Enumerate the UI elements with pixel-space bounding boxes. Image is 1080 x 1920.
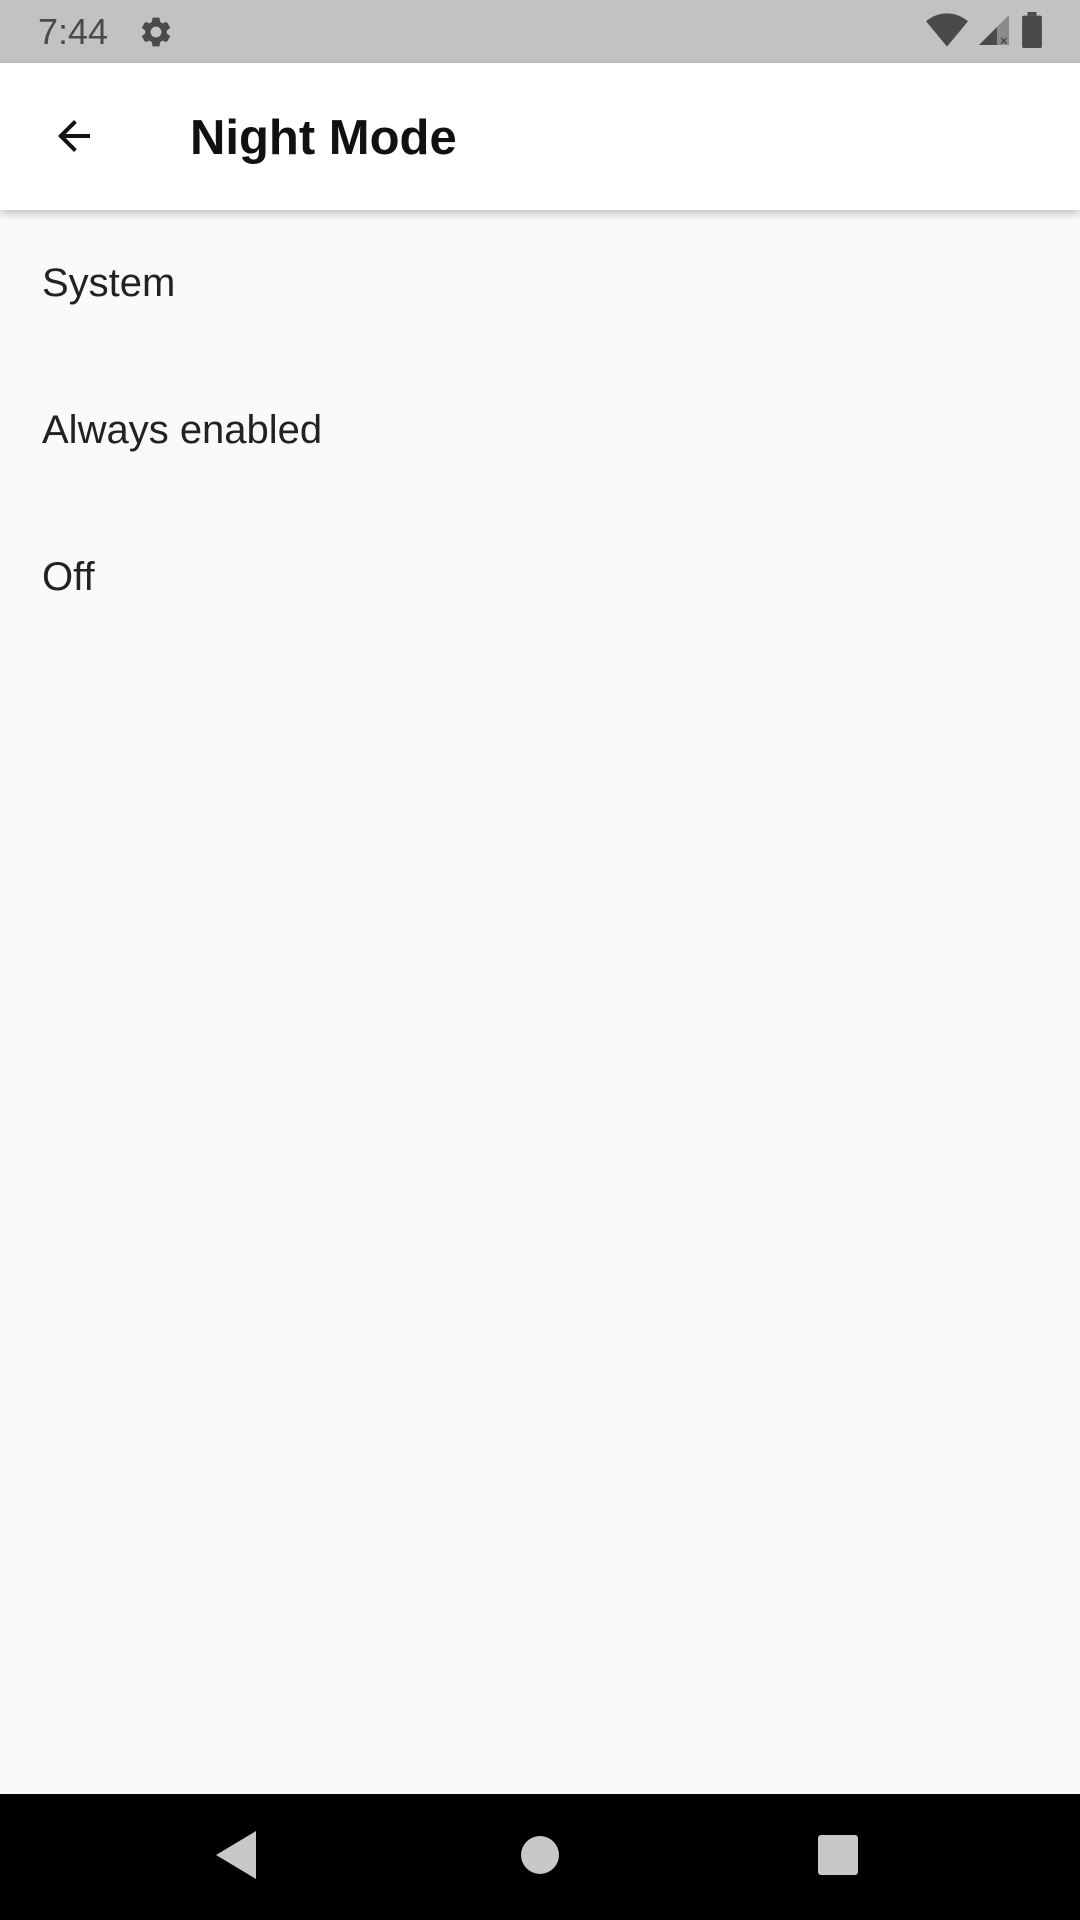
- status-bar: 7:44: [0, 0, 1080, 63]
- nav-back-button[interactable]: [208, 1827, 268, 1887]
- option-system[interactable]: System: [0, 210, 1080, 357]
- app-bar: Night Mode: [0, 63, 1080, 210]
- home-circle-icon: [520, 1835, 560, 1880]
- option-label: Always enabled: [42, 408, 323, 452]
- back-button[interactable]: [32, 96, 116, 180]
- status-icons: [926, 11, 1044, 53]
- option-label: System: [42, 261, 176, 305]
- page-title: Night Mode: [190, 111, 457, 165]
- arrow-back-icon: [50, 112, 98, 165]
- signal-icon: [976, 12, 1012, 53]
- recents-square-icon: [817, 1834, 859, 1881]
- nav-home-button[interactable]: [510, 1827, 570, 1887]
- option-always-enabled[interactable]: Always enabled: [0, 357, 1080, 504]
- status-time: 7:44: [38, 11, 109, 52]
- night-mode-options-list: System Always enabled Off: [0, 210, 1080, 651]
- option-label: Off: [42, 555, 95, 599]
- option-off[interactable]: Off: [0, 504, 1080, 651]
- battery-icon: [1020, 11, 1044, 53]
- wifi-icon: [926, 12, 968, 52]
- gear-icon: [138, 14, 174, 50]
- navigation-bar: [0, 1794, 1080, 1920]
- back-triangle-icon: [216, 1830, 260, 1884]
- nav-recents-button[interactable]: [808, 1827, 868, 1887]
